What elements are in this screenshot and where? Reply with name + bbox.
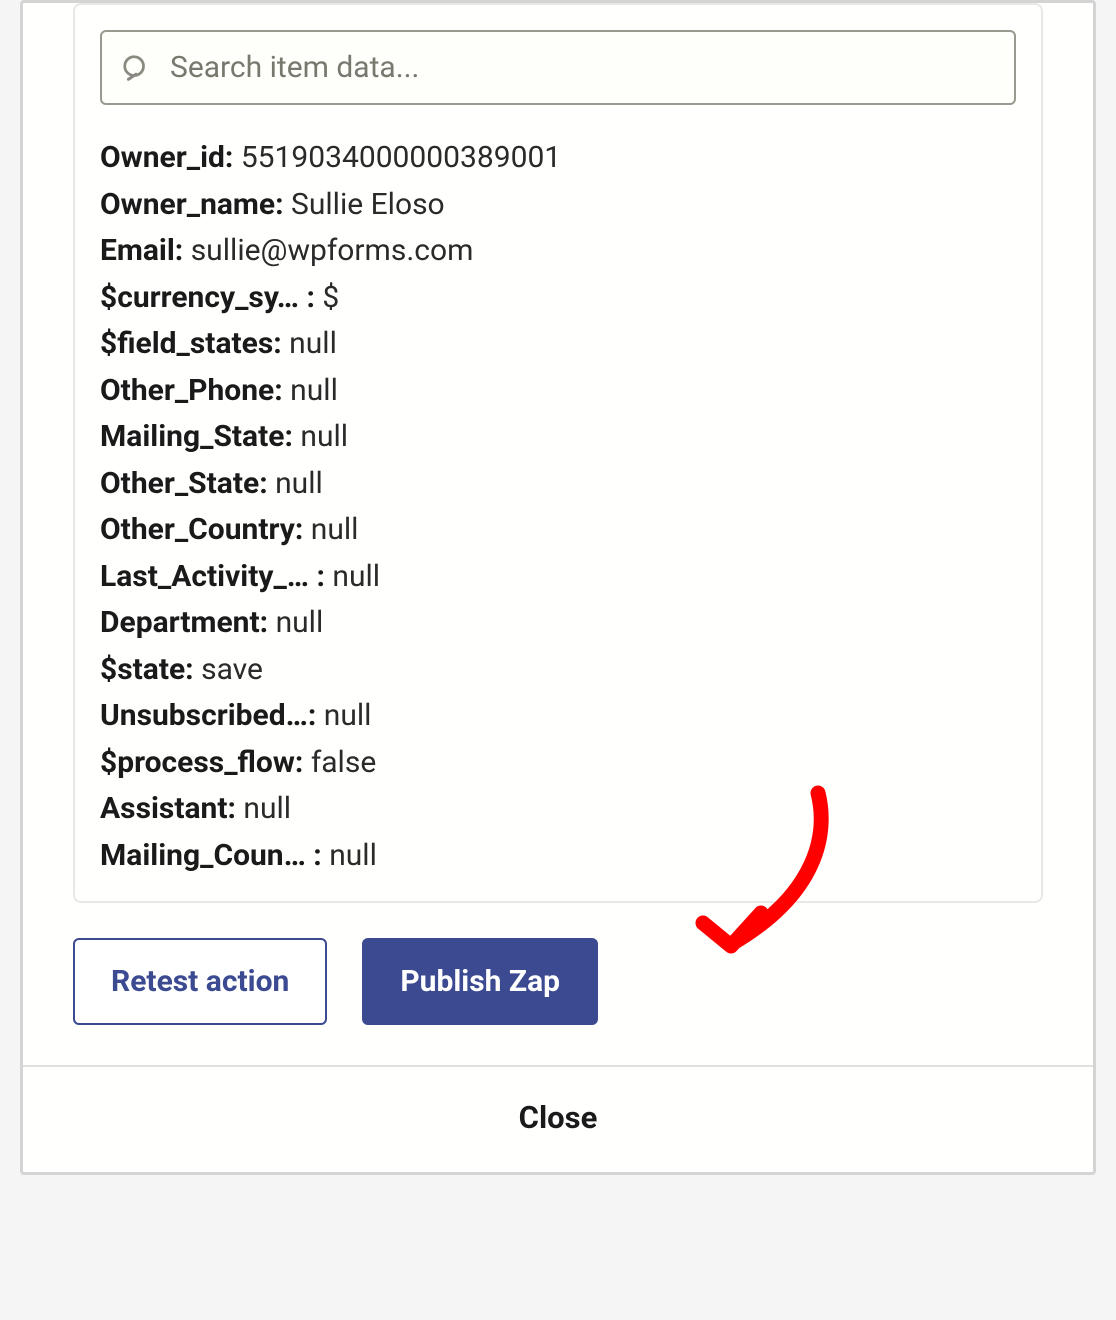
data-key: $state: xyxy=(100,652,194,687)
data-value: sullie@wpforms.com xyxy=(191,233,474,268)
data-key: Assistant: xyxy=(100,791,236,826)
data-value: $ xyxy=(322,280,339,315)
data-value: null xyxy=(329,838,377,873)
data-value: Sullie Eloso xyxy=(291,187,445,222)
data-value: null xyxy=(276,605,324,640)
data-value: null xyxy=(290,373,338,408)
search-wrapper xyxy=(100,30,1016,105)
modal-footer: Close xyxy=(23,1065,1093,1172)
button-row: Retest action Publish Zap xyxy=(23,903,1093,1065)
data-key: Department: xyxy=(100,605,268,640)
data-key: $process_flow: xyxy=(100,745,303,780)
data-row[interactable]: $currency_sy… : $ xyxy=(100,275,1016,322)
data-value: null xyxy=(300,419,348,454)
data-value: null xyxy=(275,466,323,501)
close-button[interactable]: Close xyxy=(519,1099,598,1136)
data-row[interactable]: Other_State: null xyxy=(100,461,1016,508)
retest-action-button[interactable]: Retest action xyxy=(73,938,327,1025)
modal-panel: Owner_id: 5519034000000389001 Owner_name… xyxy=(20,0,1096,1175)
data-row[interactable]: Assistant: null xyxy=(100,786,1016,833)
data-value: null xyxy=(332,559,380,594)
data-value: save xyxy=(201,652,263,687)
data-row[interactable]: $field_states: null xyxy=(100,321,1016,368)
data-row[interactable]: Owner_name: Sullie Eloso xyxy=(100,182,1016,229)
data-row[interactable]: Mailing_State: null xyxy=(100,414,1016,461)
data-row[interactable]: $process_flow: false xyxy=(100,740,1016,787)
data-row[interactable]: Other_Phone: null xyxy=(100,368,1016,415)
publish-zap-button[interactable]: Publish Zap xyxy=(362,938,598,1025)
search-input[interactable] xyxy=(100,30,1016,105)
data-key: Email: xyxy=(100,233,183,268)
data-value: null xyxy=(324,698,372,733)
search-icon xyxy=(120,52,152,84)
data-key: $currency_sy… : xyxy=(100,280,315,315)
data-value: null xyxy=(311,512,359,547)
data-row[interactable]: Unsubscribed…: null xyxy=(100,693,1016,740)
data-key: Owner_id: xyxy=(100,140,233,175)
data-key: Last_Activity_… : xyxy=(100,559,325,594)
data-value: null xyxy=(243,791,291,826)
data-row[interactable]: Department: null xyxy=(100,600,1016,647)
data-row[interactable]: Email: sullie@wpforms.com xyxy=(100,228,1016,275)
data-row[interactable]: Owner_id: 5519034000000389001 xyxy=(100,135,1016,182)
data-value: null xyxy=(289,326,337,361)
data-list: Owner_id: 5519034000000389001 Owner_name… xyxy=(100,135,1016,876)
data-key: Mailing_State: xyxy=(100,419,293,454)
data-key: Unsubscribed…: xyxy=(100,698,316,733)
data-row[interactable]: Mailing_Coun… : null xyxy=(100,833,1016,877)
data-key: Owner_name: xyxy=(100,187,284,222)
data-panel: Owner_id: 5519034000000389001 Owner_name… xyxy=(73,3,1043,903)
data-value: 5519034000000389001 xyxy=(241,140,561,175)
data-key: $field_states: xyxy=(100,326,282,361)
data-key: Other_Phone: xyxy=(100,373,283,408)
data-key: Other_Country: xyxy=(100,512,303,547)
data-value: false xyxy=(311,745,376,780)
data-row[interactable]: Other_Country: null xyxy=(100,507,1016,554)
data-key: Mailing_Coun… : xyxy=(100,838,322,873)
content-area: Owner_id: 5519034000000389001 Owner_name… xyxy=(23,3,1093,903)
data-row[interactable]: $state: save xyxy=(100,647,1016,694)
data-row[interactable]: Last_Activity_… : null xyxy=(100,554,1016,601)
data-key: Other_State: xyxy=(100,466,268,501)
